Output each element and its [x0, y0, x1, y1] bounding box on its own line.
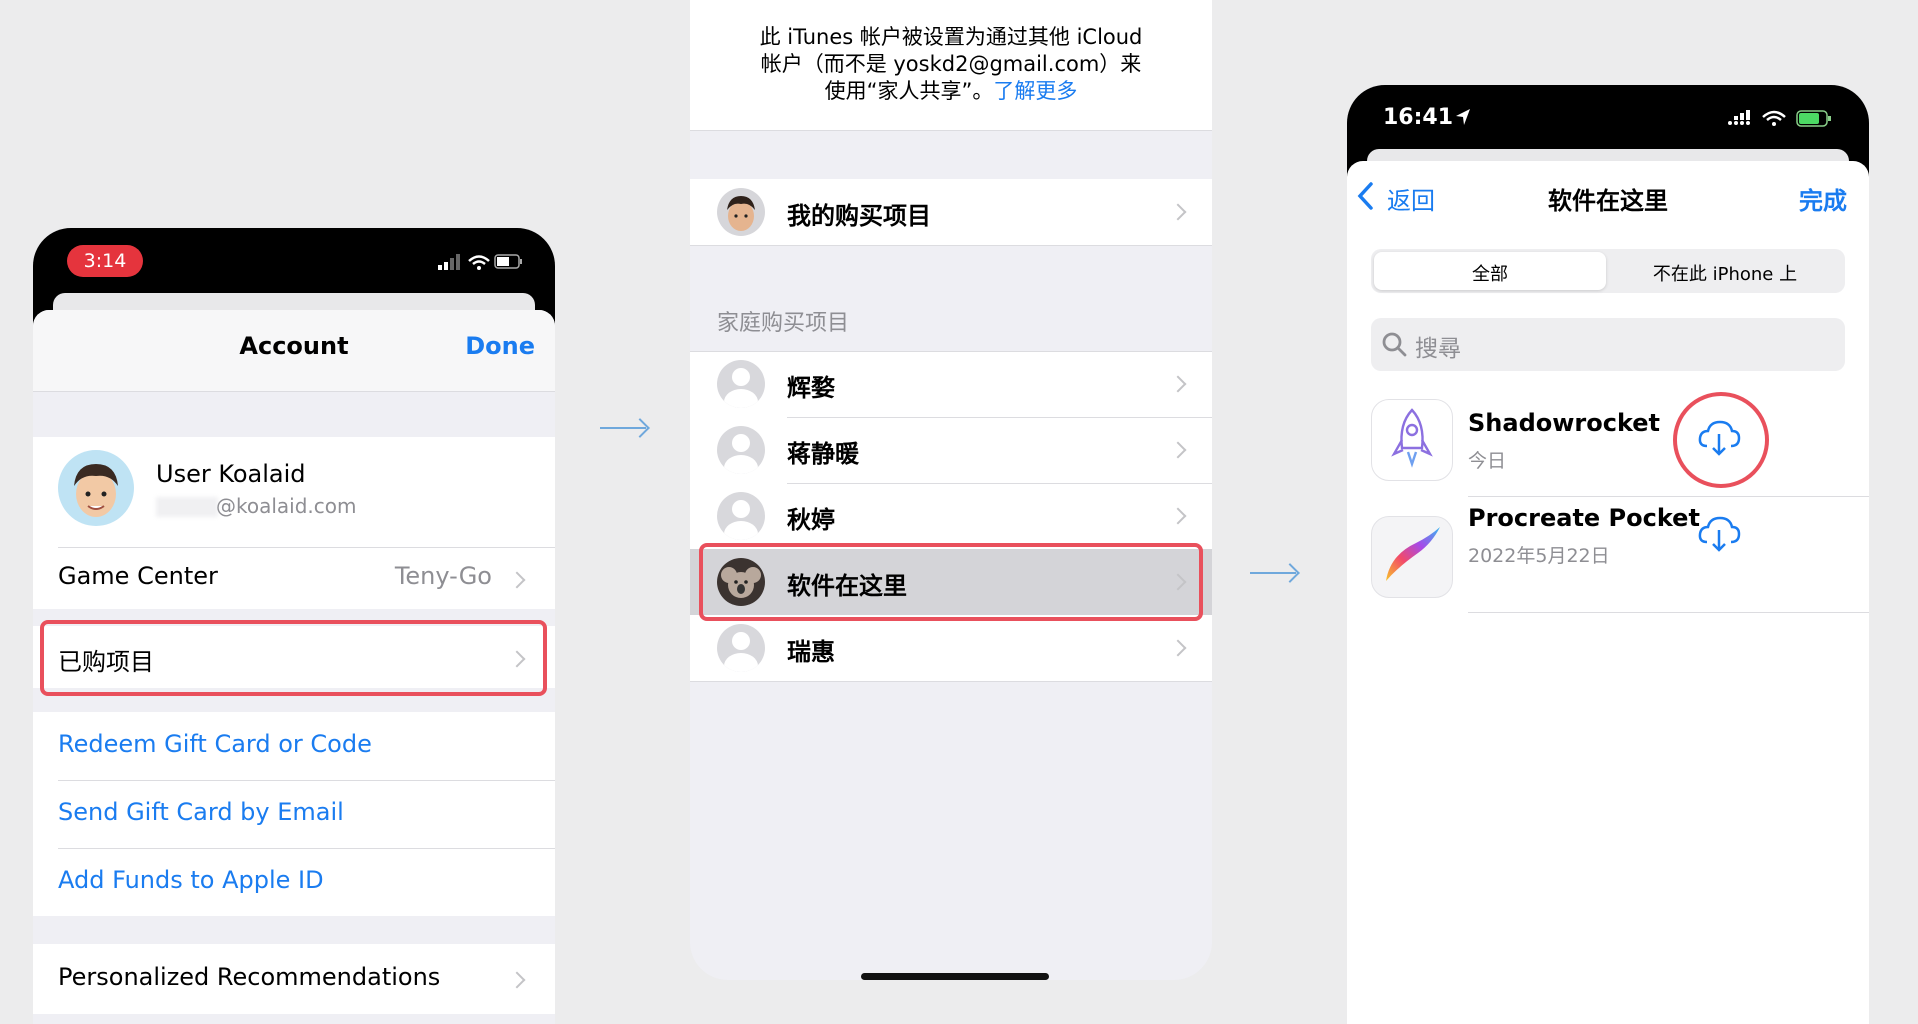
highlight-box — [699, 543, 1203, 621]
nav-title: 软件在这里 — [1548, 187, 1668, 215]
person-icon — [717, 492, 765, 540]
memoji-icon — [74, 464, 118, 517]
notice-text: 此 iTunes 帐户被设置为通过其他 iCloud 帐户（而不是 yoskd2… — [759, 25, 1143, 103]
flow-arrow-icon — [600, 427, 646, 429]
send-gift-card-link[interactable]: Send Gift Card by Email — [58, 798, 344, 826]
search-icon — [1382, 332, 1407, 357]
user-name: User Koalaid — [156, 460, 306, 488]
avatar — [717, 188, 765, 236]
avatar[interactable] — [58, 450, 134, 526]
member-name: 瑞惠 — [787, 638, 835, 666]
location-arrow-icon — [1456, 109, 1470, 125]
app-date: 2022年5月22日 — [1468, 545, 1610, 567]
account-phone-screen: 3:14 Account Done User Koalaid @koalaid.… — [33, 228, 555, 1024]
status-icons — [438, 252, 524, 276]
rocket-icon — [1391, 408, 1433, 468]
add-funds-link[interactable]: Add Funds to Apple ID — [58, 866, 324, 894]
memoji-icon — [727, 196, 755, 231]
done-button[interactable]: 完成 — [1799, 181, 1847, 216]
family-member-row[interactable] — [690, 484, 1212, 548]
family-purchases-screen: 此 iTunes 帐户被设置为通过其他 iCloud 帐户（而不是 yoskd2… — [690, 0, 1212, 980]
family-member-row[interactable] — [690, 616, 1212, 680]
highlight-box — [40, 620, 547, 696]
person-icon — [717, 624, 765, 672]
redeem-link[interactable]: Redeem Gift Card or Code — [58, 730, 372, 758]
user-email: @koalaid.com — [216, 494, 357, 518]
signal-wifi-battery-icon — [1728, 110, 1831, 127]
person-icon — [717, 426, 765, 474]
email-redacted — [156, 497, 218, 517]
status-time-pill: 3:14 — [67, 245, 143, 277]
personalized-label: Personalized Recommendations — [58, 963, 441, 991]
brush-stroke-icon — [1386, 527, 1440, 581]
home-indicator — [861, 973, 1049, 980]
app-name: Shadowrocket — [1468, 409, 1661, 437]
flow-arrow-icon — [1250, 572, 1296, 574]
game-center-value: Teny-Go — [394, 562, 492, 590]
search-placeholder: 搜尋 — [1415, 336, 1461, 362]
learn-more-link[interactable]: 了解更多 — [993, 79, 1077, 103]
done-button[interactable]: Done — [465, 332, 535, 360]
app-date: 今日 — [1468, 450, 1507, 472]
procreate-app-icon[interactable] — [1371, 516, 1453, 598]
app-name: Procreate Pocket — [1468, 504, 1700, 532]
highlight-circle — [1673, 392, 1769, 488]
segment-all-label: 全部 — [1472, 264, 1508, 285]
member-name: 蒋静暖 — [787, 440, 859, 468]
app-list-sheet: 返回 软件在这里 完成 全部 不在此 iPhone 上 搜尋 Shadowroc… — [1347, 161, 1869, 1024]
cloud-download-icon — [1698, 516, 1741, 552]
shadowrocket-app-icon[interactable] — [1371, 399, 1453, 481]
family-member-row[interactable] — [690, 352, 1212, 416]
family-section-header: 家庭购买项目 — [717, 311, 850, 336]
person-icon — [717, 360, 765, 408]
member-name: 辉婺 — [787, 374, 835, 402]
family-member-row[interactable] — [690, 418, 1212, 482]
member-name: 秋婷 — [787, 506, 835, 534]
account-sheet: Account Done User Koalaid @koalaid.com G… — [33, 310, 555, 1024]
cellular-wifi-battery-icon — [438, 254, 522, 270]
my-purchases-row[interactable] — [690, 179, 1212, 245]
app-purchases-screen: 16:41 返回 软件在这里 完成 全部 不在此 iPhone 上 搜尋 Sha… — [1347, 85, 1869, 1024]
my-purchases-label: 我的购买项目 — [787, 202, 931, 230]
status-time: 16:41 — [1383, 105, 1454, 130]
game-center-label: Game Center — [58, 562, 218, 590]
download-button[interactable] — [1697, 514, 1741, 558]
segment-not-on-iphone-label: 不在此 iPhone 上 — [1652, 264, 1798, 285]
